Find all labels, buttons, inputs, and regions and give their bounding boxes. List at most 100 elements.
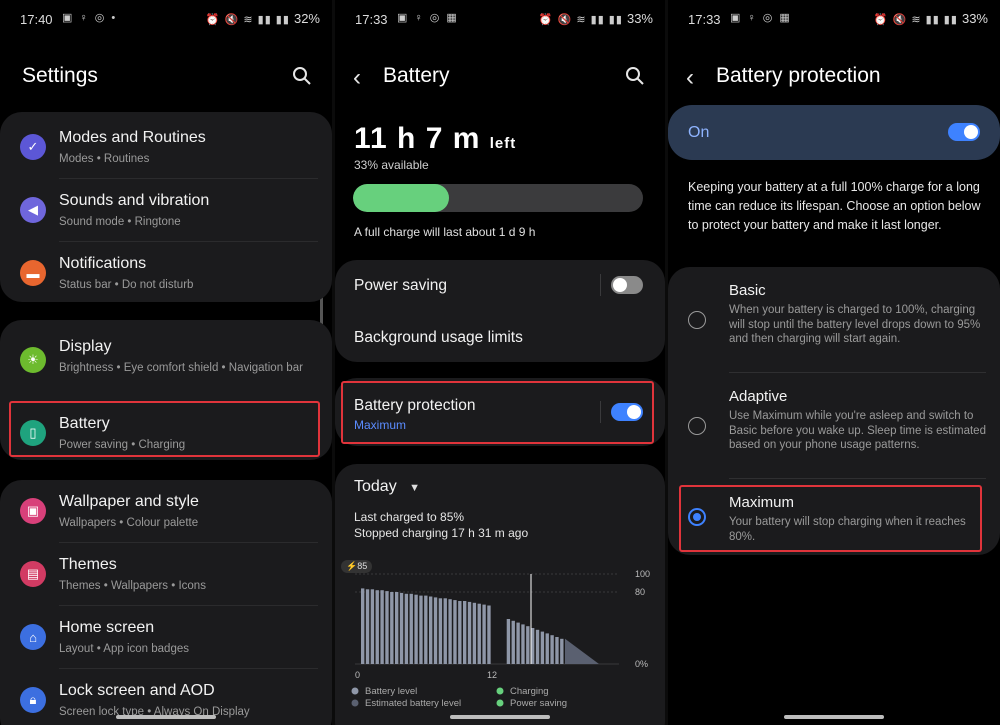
y-tick-label: 100 — [635, 569, 650, 579]
chart-bar — [472, 602, 477, 664]
chart-bar — [429, 596, 433, 664]
settings-item-title: Modes and Routines — [59, 129, 206, 146]
chart-bar — [477, 603, 481, 664]
battery-protection-screen: 17:33 ▣ ♀ ◎ ▦ ⏰ 🔇 ≋ ▮▮ ▮▮ 33% ‹ Battery … — [668, 0, 1000, 725]
settings-item-sounds[interactable]: ◀ Sounds and vibration Sound mode • Ring… — [0, 179, 332, 242]
settings-item-title: Home screen — [59, 619, 155, 636]
settings-header: Settings — [0, 60, 332, 92]
back-arrow-icon[interactable]: ‹ — [686, 64, 706, 92]
battery-level-fill — [353, 184, 449, 212]
battery-header: ‹ Battery — [335, 60, 665, 92]
divider — [600, 274, 601, 296]
chart-bar — [443, 598, 447, 664]
status-battery: 33% — [626, 11, 653, 26]
time-remaining-suffix: left — [489, 135, 517, 152]
status-time: 17:33 — [688, 12, 721, 27]
power-saving-label: Power saving — [354, 277, 448, 294]
chart-bar — [395, 592, 399, 664]
chart-bar — [535, 629, 540, 664]
settings-item-subtitle: Sound mode • Ringtone — [59, 216, 181, 228]
home-indicator[interactable] — [450, 715, 550, 719]
chart-bar — [361, 588, 365, 664]
settings-item-modes-routines[interactable]: ✓ Modes and Routines Modes • Routines — [0, 116, 332, 179]
chart-bar — [365, 589, 370, 664]
status-bar: 17:40 ▣ ♀ ◎ • ⏰ 🔇 ≋ ▮▮ ▮▮ 32% — [0, 10, 332, 28]
settings-item-title: Lock screen and AOD — [59, 682, 215, 699]
status-bar: 17:33 ▣ ♀ ◎ ▦ ⏰ 🔇 ≋ ▮▮ ▮▮ 33% — [668, 10, 1000, 28]
wallpaper-icon: ▣ — [20, 498, 46, 524]
chart-bar — [424, 595, 428, 664]
system-status-icons: ⏰ 🔇 ≋ ▮▮ ▮▮ 33% — [538, 11, 653, 26]
sound-icon: ◀ — [20, 197, 46, 223]
background-usage-limits-row[interactable]: Background usage limits — [335, 312, 665, 362]
settings-item-title: Notifications — [59, 255, 147, 272]
legend-label: Estimated battery level — [365, 698, 461, 708]
search-icon[interactable] — [292, 66, 312, 86]
chart-bar — [448, 599, 452, 664]
option-basic[interactable]: Basic When your battery is charged to 10… — [668, 267, 1000, 373]
settings-item-subtitle: Brightness • Eye comfort shield • Naviga… — [59, 362, 303, 374]
legend-dot — [496, 699, 504, 707]
master-switch-toggle[interactable] — [948, 123, 980, 141]
legend-label: Power saving — [510, 698, 567, 708]
x-tick-label: 0 — [355, 670, 360, 680]
legend-label: Charging — [510, 686, 549, 697]
settings-group-3: ▣ Wallpaper and style Wallpapers • Colou… — [0, 480, 332, 725]
chart-bar — [414, 594, 418, 664]
notification-icon: ▬ — [20, 260, 46, 286]
maximum-highlight — [679, 485, 982, 552]
full-charge-estimate: A full charge will last about 1 d 9 h — [354, 225, 536, 239]
battery-level-bar — [353, 184, 643, 212]
chart-bar — [463, 601, 467, 664]
home-indicator[interactable] — [116, 715, 216, 719]
chart-bar — [409, 593, 413, 664]
chart-bar — [458, 601, 462, 664]
settings-item-display[interactable]: ☀ Display Brightness • Eye comfort shiel… — [0, 325, 332, 395]
y-tick-label: 80 — [635, 587, 645, 597]
chart-bar — [521, 624, 525, 664]
battery-available: 33% available — [354, 158, 429, 172]
page-title: Battery — [383, 64, 450, 87]
time-remaining: 11 h 7 m left — [354, 122, 516, 156]
display-icon: ☀ — [20, 347, 46, 373]
option-title: Basic — [729, 282, 766, 299]
chart-bar — [555, 637, 559, 664]
chart-bar — [419, 595, 423, 664]
battery-protection-highlight — [341, 381, 654, 444]
radio-adaptive[interactable] — [688, 417, 706, 435]
settings-item-notifications[interactable]: ▬ Notifications Status bar • Do not dist… — [0, 242, 332, 305]
radio-basic[interactable] — [688, 311, 706, 329]
last-charged: Last charged to 85% — [354, 510, 465, 524]
back-arrow-icon[interactable]: ‹ — [353, 64, 373, 92]
status-battery: 32% — [293, 11, 320, 26]
settings-item-home-screen[interactable]: ⌂ Home screen Layout • App icon badges — [0, 606, 332, 669]
settings-item-title: Display — [59, 338, 112, 355]
legend-dot — [351, 699, 359, 707]
battery-usage-chart: 100 80 0% 0 12 Battery level Charging Estimated… — [351, 569, 650, 708]
battery-options-card: Power saving Background usage limits — [335, 260, 665, 362]
chart-bar — [385, 591, 389, 664]
usage-card: Today ▼ Last charged to 85% Stopped char… — [335, 464, 665, 725]
power-saving-toggle[interactable] — [611, 276, 643, 294]
chart-bar — [390, 592, 394, 664]
settings-item-subtitle: Modes • Routines — [59, 153, 150, 165]
chart-bar — [375, 590, 379, 664]
home-icon: ⌂ — [20, 624, 46, 650]
home-indicator[interactable] — [784, 715, 884, 719]
option-adaptive[interactable]: Adaptive Use Maximum while you're asleep… — [668, 373, 1000, 479]
settings-item-subtitle: Layout • App icon badges — [59, 643, 189, 655]
themes-icon: ▤ — [20, 561, 46, 587]
master-switch-row[interactable]: On — [668, 105, 1000, 160]
master-switch-label: On — [688, 124, 710, 141]
status-time: 17:40 — [20, 12, 53, 27]
page-title: Battery protection — [716, 64, 881, 87]
notification-icons: ▣ ♀ ◎ ▦ — [397, 12, 459, 24]
settings-item-title: Wallpaper and style — [59, 493, 199, 510]
period-dropdown[interactable]: Today ▼ — [354, 478, 420, 496]
chart-bar — [370, 589, 375, 664]
settings-item-themes[interactable]: ▤ Themes Themes • Wallpapers • Icons — [0, 543, 332, 606]
search-icon[interactable] — [625, 66, 645, 86]
settings-item-wallpaper[interactable]: ▣ Wallpaper and style Wallpapers • Colou… — [0, 480, 332, 543]
power-saving-row[interactable]: Power saving — [335, 260, 665, 312]
legend-label: Battery level — [365, 686, 417, 697]
